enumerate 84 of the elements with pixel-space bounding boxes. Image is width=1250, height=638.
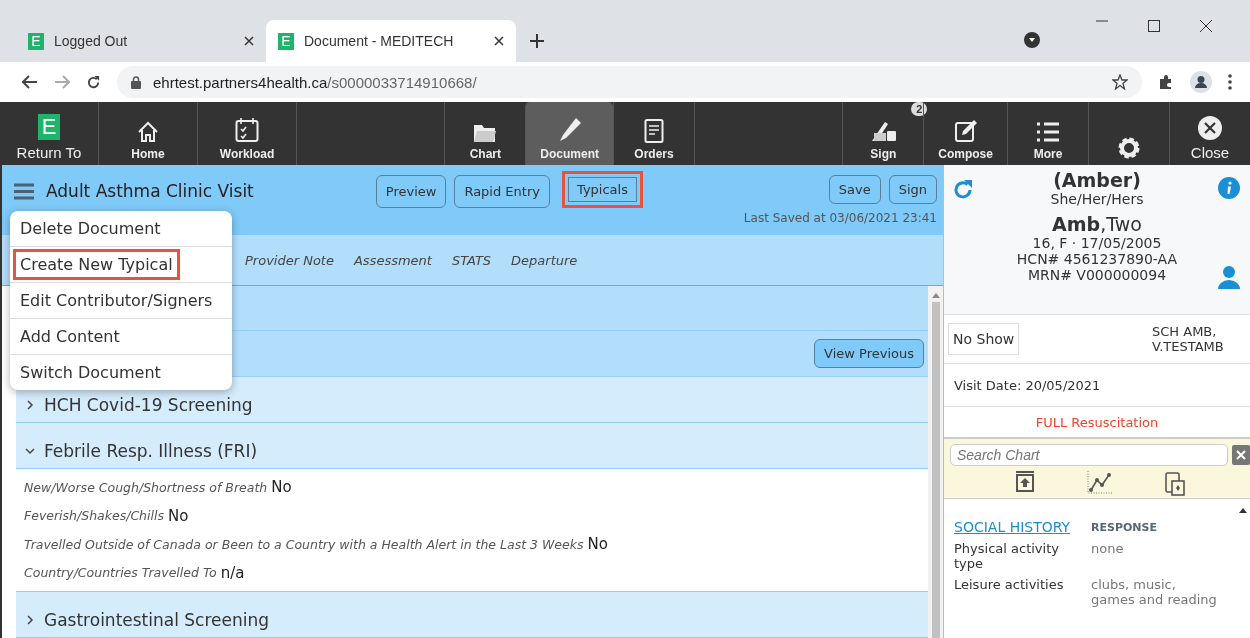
reload-icon[interactable] [86, 74, 101, 90]
address-bar[interactable]: ehrtest.partners4health.ca/s0000033714910668/ [117, 66, 1142, 98]
new-tab-icon[interactable] [530, 34, 544, 48]
clear-search-icon[interactable] [1232, 445, 1250, 465]
search-field[interactable]: Search Chart [950, 444, 1228, 466]
field-value[interactable]: No [168, 506, 189, 525]
health-card-number: HCN# 4561237890-AA [1016, 251, 1178, 267]
clipboard-icon [644, 117, 664, 143]
favicon-icon: E [278, 32, 294, 50]
column-heading: RESPONSE [1091, 521, 1157, 535]
field-label: Travelled Outside of Canada or Been to a Country with a Health Alert in the Last 3 Weeks [24, 536, 584, 552]
section-link[interactable]: SOCIAL HISTORY [954, 519, 1079, 535]
document-title: Adult Asthma Clinic Visit [46, 181, 254, 201]
browser-tab[interactable]: E Logged Out [16, 20, 266, 62]
toolbar-button[interactable]: Preview [375, 175, 447, 208]
compose-icon [953, 119, 978, 143]
pencil-icon [557, 117, 582, 143]
scroll-up-icon[interactable] [1239, 507, 1247, 513]
menu-item[interactable]: Create New Typical [16, 252, 177, 277]
clipboard-icon[interactable] [1165, 470, 1185, 496]
section-tab[interactable]: Assessment [353, 252, 432, 268]
field-value[interactable]: No [587, 535, 608, 554]
folder-icon [473, 123, 498, 143]
profile-dropdown-icon[interactable] [1024, 32, 1040, 48]
browser-tab[interactable]: E Document - MEDITECH [266, 20, 516, 62]
view-previous-button[interactable]: View Previous [814, 339, 924, 369]
trend-chart-icon[interactable] [1087, 470, 1113, 494]
info-icon[interactable] [1218, 177, 1240, 199]
refresh-icon[interactable] [952, 179, 974, 201]
back-icon[interactable] [22, 75, 38, 89]
action-button[interactable]: Sign [888, 175, 937, 204]
profile-avatar-icon[interactable] [1190, 71, 1212, 93]
close-icon [1198, 116, 1222, 140]
section-tab[interactable]: Departure [511, 252, 578, 268]
field-value[interactable]: No [271, 478, 292, 497]
field-value[interactable]: n/a [220, 563, 245, 582]
pronouns-text: She/Her/Hers [1050, 191, 1144, 207]
menu-item[interactable]: Add Content [16, 324, 124, 349]
close-tab-icon[interactable] [494, 36, 504, 46]
home-icon [137, 121, 159, 143]
section-header[interactable]: Febrile Resp. Illness (FRI) [16, 422, 928, 469]
field-label: Feverish/Shakes/Chills [24, 508, 164, 524]
lock-icon [131, 75, 141, 89]
status-button[interactable]: No Show [948, 323, 1020, 355]
list-icon [1036, 121, 1060, 143]
close-tab-icon[interactable] [244, 36, 254, 46]
browser-menu-icon[interactable] [1228, 74, 1232, 90]
logo-icon: E [38, 114, 60, 140]
history-label: Physical activity type [954, 541, 1060, 571]
section-tab[interactable]: STATS [451, 252, 492, 268]
section-header[interactable]: Gastrointestinal Screening [16, 591, 928, 638]
calendar-icon [235, 117, 259, 143]
history-label: Leisure activities [954, 577, 1065, 594]
menu-item[interactable]: Delete Document [16, 216, 165, 241]
history-value: none [1091, 541, 1125, 558]
field-label: New/Worse Cough/Shortness of Breath [24, 479, 268, 495]
code-status-text: FULL Resuscitation [1035, 414, 1159, 430]
toolbar-button[interactable]: Typicals [561, 171, 643, 208]
field-label: Country/Countries Travelled To [24, 565, 217, 581]
menu-item[interactable]: Edit Contributor/Signers [16, 288, 217, 313]
record-number: MRN# V000000094 [1027, 267, 1167, 283]
upload-icon[interactable] [1015, 470, 1035, 492]
patient-demographics: 16, F · 17/05/2005 [1032, 235, 1162, 251]
history-value: clubs, music, games and reading [1091, 577, 1218, 607]
close-window-icon[interactable] [1200, 20, 1212, 32]
menu-icon[interactable] [14, 183, 34, 200]
action-button[interactable]: Save [828, 175, 881, 204]
provider-name: SCH AMB, V.TESTAMB [1152, 324, 1225, 354]
preferred-name: (Amber) [1053, 169, 1141, 191]
toolbar-button[interactable]: Rapid Entry [454, 175, 550, 208]
bookmark-star-icon[interactable] [1112, 74, 1128, 90]
scrollbar[interactable] [928, 286, 943, 638]
settings-icon [1116, 135, 1142, 161]
person-icon[interactable] [1218, 265, 1240, 289]
section-tab[interactable]: Provider Note [245, 252, 334, 268]
toolbar-button[interactable]: Document [525, 102, 613, 165]
last-saved-text: Last Saved at 03/06/2021 23:41 [743, 211, 937, 225]
maximize-icon[interactable] [1148, 20, 1160, 32]
favicon-icon: E [28, 32, 44, 50]
signing-hand-icon [869, 119, 898, 143]
extensions-icon[interactable] [1158, 74, 1174, 90]
scrollbar-thumb[interactable] [931, 302, 940, 638]
visit-date-text: Visit Date: 20/05/2021 [954, 377, 1101, 393]
patient-name: Amb,Two [1052, 213, 1142, 235]
